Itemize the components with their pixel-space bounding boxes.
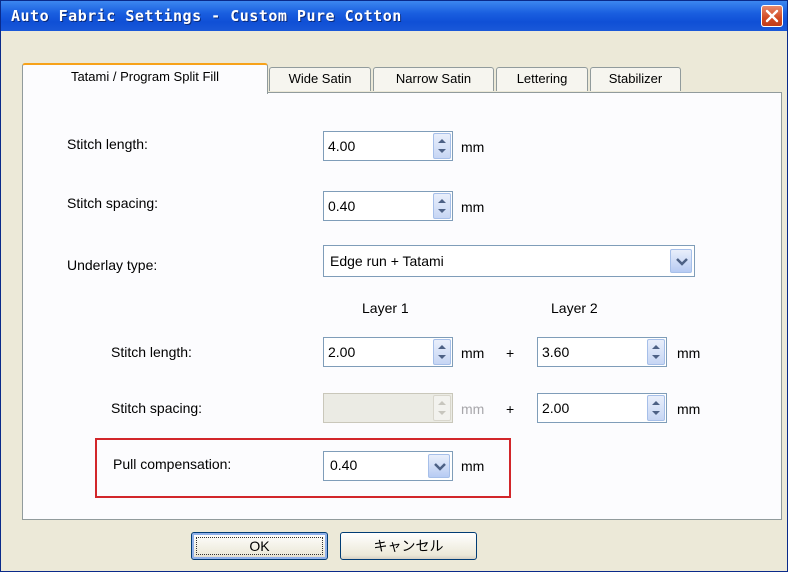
stitch-length-spin-arrows[interactable]	[433, 133, 451, 159]
tab-stabilizer[interactable]: Stabilizer	[590, 67, 681, 91]
underlay-stitch-length-label: Stitch length:	[111, 344, 192, 360]
stitch-length-value: 4.00	[328, 138, 356, 154]
underlay-layer1-length-value: 2.00	[328, 344, 356, 360]
close-button[interactable]	[761, 5, 783, 27]
spin-arrows-icon	[652, 401, 660, 415]
stitch-spacing-value: 0.40	[328, 198, 356, 214]
underlay-layer1-spacing-spin-arrows	[433, 395, 451, 421]
pull-compensation-value: 0.40	[330, 457, 358, 473]
spin-arrows-icon	[438, 139, 446, 153]
tab-wide-satin[interactable]: Wide Satin	[269, 67, 371, 91]
spin-arrows-icon	[438, 345, 446, 359]
stitch-length-unit: mm	[461, 139, 485, 155]
underlay-stitch-spacing-label: Stitch spacing:	[111, 400, 203, 416]
underlay-layer1-spacing-spinner	[323, 393, 453, 423]
underlay-layer2-spacing-spinner[interactable]: 2.00	[537, 393, 667, 423]
underlay-type-label: Underlay type:	[67, 257, 158, 273]
tab-lettering[interactable]: Lettering	[496, 67, 588, 91]
title-bar[interactable]: Auto Fabric Settings - Custom Pure Cotto…	[1, 1, 787, 31]
spin-arrows-icon	[438, 401, 446, 415]
dialog-window: Auto Fabric Settings - Custom Pure Cotto…	[0, 0, 788, 572]
stitch-length-label: Stitch length:	[67, 136, 148, 152]
plus-sign-spacing: +	[506, 401, 515, 417]
underlay-type-dropdown[interactable]: Edge run + Tatami	[323, 245, 695, 277]
underlay-layer1-length-spin-arrows[interactable]	[433, 339, 451, 365]
underlay-layer2-length-spinner[interactable]: 3.60	[537, 337, 667, 367]
underlay-type-dropdown-arrow[interactable]	[670, 249, 692, 273]
window-title: Auto Fabric Settings - Custom Pure Cotto…	[11, 7, 402, 25]
underlay-layer2-length-unit: mm	[677, 345, 701, 361]
close-icon	[765, 9, 779, 23]
layer2-header: Layer 2	[551, 300, 598, 316]
cancel-button-label: キャンセル	[373, 538, 444, 554]
tab-narrow-satin[interactable]: Narrow Satin	[373, 67, 494, 91]
underlay-layer2-spacing-unit: mm	[677, 401, 701, 417]
layer1-header: Layer 1	[362, 300, 409, 316]
ok-button[interactable]: OK	[191, 532, 328, 560]
tab-wide-satin-label: Wide Satin	[288, 71, 352, 86]
tab-narrow-satin-label: Narrow Satin	[395, 71, 472, 86]
pull-compensation-dropdown[interactable]: 0.40	[323, 451, 453, 481]
pull-compensation-label: Pull compensation:	[113, 456, 232, 472]
underlay-layer2-spacing-spin-arrows[interactable]	[647, 395, 665, 421]
underlay-layer1-length-spinner[interactable]: 2.00	[323, 337, 453, 367]
underlay-layer1-length-unit: mm	[461, 345, 485, 361]
underlay-layer1-spacing-unit: mm	[461, 401, 485, 417]
underlay-layer2-length-value: 3.60	[542, 344, 570, 360]
spin-arrows-icon	[438, 199, 446, 213]
tab-tatami[interactable]: Tatami / Program Split Fill	[22, 63, 268, 94]
tab-stabilizer-label: Stabilizer	[608, 71, 663, 86]
spin-arrows-icon	[652, 345, 660, 359]
underlay-layer2-spacing-value: 2.00	[542, 400, 570, 416]
stitch-spacing-unit: mm	[461, 199, 485, 215]
cancel-button[interactable]: キャンセル	[340, 532, 477, 560]
focus-rect	[196, 537, 323, 555]
tab-tatami-label: Tatami / Program Split Fill	[70, 69, 220, 84]
underlay-layer2-length-spin-arrows[interactable]	[647, 339, 665, 365]
pull-compensation-unit: mm	[461, 458, 485, 474]
stitch-spacing-label: Stitch spacing:	[67, 195, 159, 211]
chevron-down-icon	[434, 463, 446, 471]
stitch-spacing-spinner[interactable]: 0.40	[323, 191, 453, 221]
stitch-spacing-spin-arrows[interactable]	[433, 193, 451, 219]
tab-lettering-label: Lettering	[516, 71, 568, 86]
stitch-length-spinner[interactable]: 4.00	[323, 131, 453, 161]
pull-compensation-dropdown-arrow[interactable]	[428, 454, 450, 478]
underlay-type-value: Edge run + Tatami	[330, 253, 444, 269]
chevron-down-icon	[676, 258, 688, 266]
plus-sign-length: +	[506, 345, 515, 361]
